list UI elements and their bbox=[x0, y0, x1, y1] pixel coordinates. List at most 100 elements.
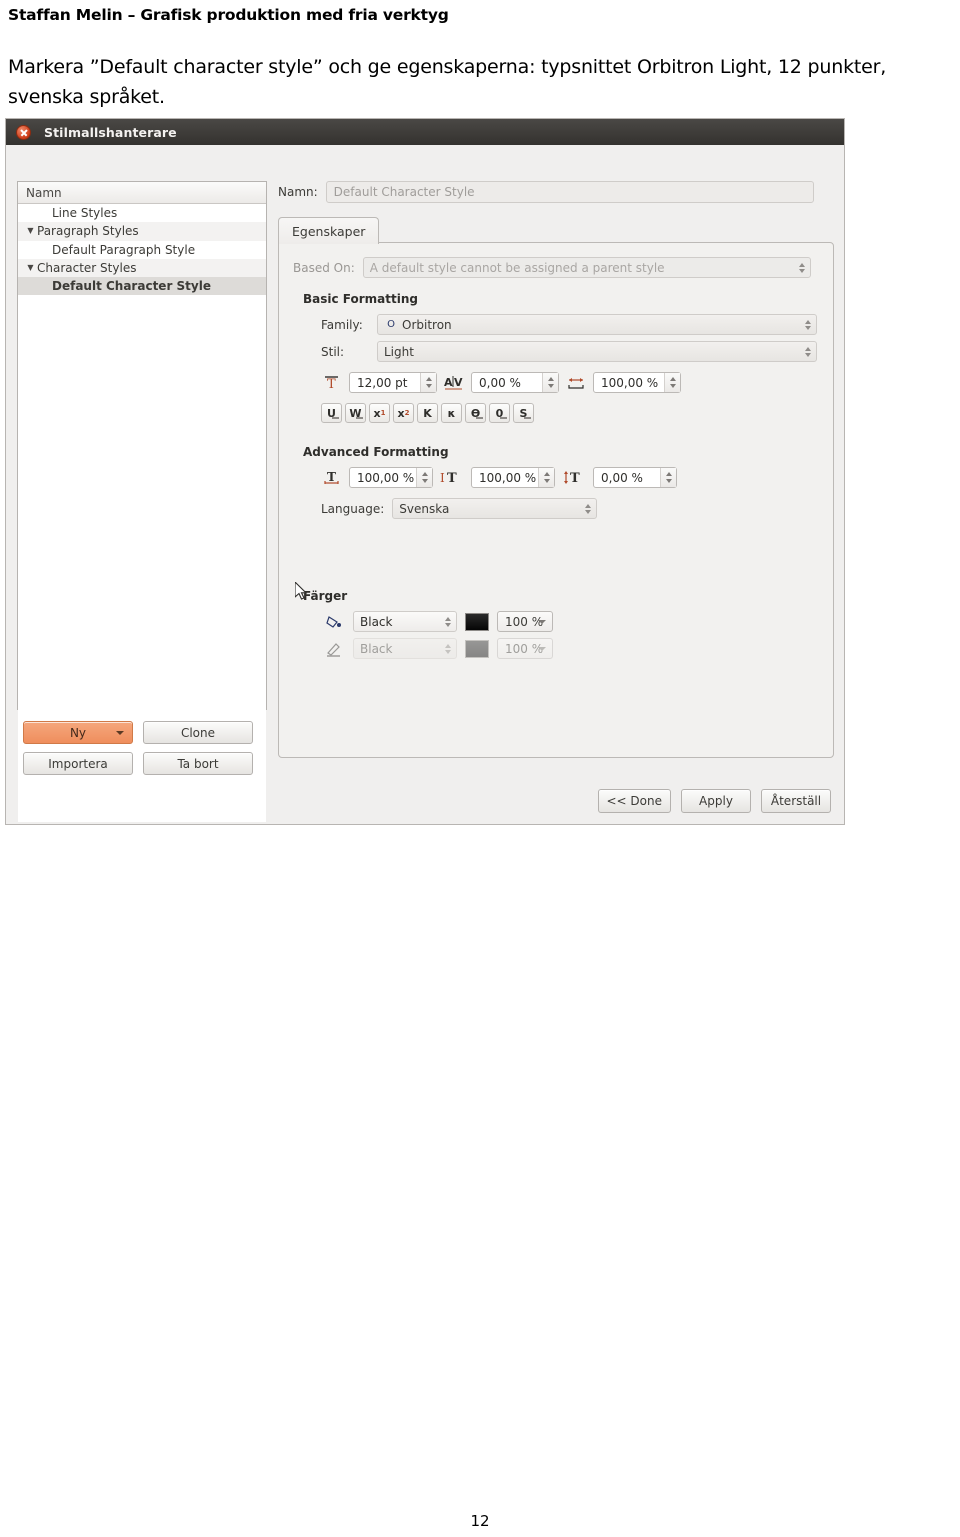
dialog-titlebar: Stilmallshanterare bbox=[6, 119, 844, 145]
dialog-action-buttons: << Done Apply Återställ bbox=[597, 789, 831, 813]
svg-text:I: I bbox=[440, 471, 445, 485]
family-dropdown[interactable]: O Orbitron bbox=[377, 314, 817, 335]
document-header: Staffan Melin – Grafisk produktion med f… bbox=[8, 6, 449, 24]
metrics-row: T 12,00 pt A V 0,00 % 100,00 % bbox=[321, 372, 819, 393]
based-on-value: A default style cannot be assigned a par… bbox=[369, 260, 665, 275]
horizontal-scale-value: 100,00 % bbox=[479, 470, 537, 485]
chevron-down-icon[interactable]: ▼ bbox=[24, 227, 37, 235]
spinner-arrows-icon[interactable] bbox=[445, 616, 451, 627]
glyph-width-icon bbox=[565, 373, 587, 393]
properties-panel: Based On: A default style cannot be assi… bbox=[278, 242, 834, 758]
stroke-shade-dropdown[interactable]: 100 % bbox=[497, 638, 553, 659]
strike-rule-icon bbox=[476, 417, 483, 419]
done-button[interactable]: << Done bbox=[597, 789, 671, 813]
new-style-label: Ny bbox=[69, 725, 87, 740]
tree-item-default-character-style[interactable]: Default Character Style bbox=[18, 277, 266, 296]
colors-heading: Färger bbox=[303, 589, 348, 603]
import-style-button[interactable]: Importera bbox=[23, 752, 133, 775]
advanced-formatting-heading: Advanced Formatting bbox=[303, 445, 449, 459]
font-size-spinner[interactable]: 12,00 pt bbox=[349, 372, 437, 393]
spinner-arrows-icon[interactable] bbox=[798, 262, 805, 273]
based-on-dropdown[interactable]: A default style cannot be assigned a par… bbox=[362, 257, 811, 278]
stroke-color-swatch[interactable] bbox=[465, 639, 489, 658]
tracking-spinner[interactable]: 0,00 % bbox=[471, 372, 559, 393]
delete-style-button[interactable]: Ta bort bbox=[143, 752, 253, 775]
svg-text:T: T bbox=[570, 471, 580, 486]
done-label: << Done bbox=[606, 794, 663, 808]
spinner-arrows-icon[interactable] bbox=[585, 503, 592, 514]
spinner-arrows-icon[interactable] bbox=[542, 373, 558, 392]
tree-item-paragraph-styles[interactable]: ▼ Paragraph Styles bbox=[18, 222, 266, 241]
chevron-down-icon[interactable] bbox=[538, 619, 546, 624]
tree-item-default-paragraph-style[interactable]: Default Paragraph Style bbox=[18, 241, 266, 259]
subscript-toggle[interactable]: x1 bbox=[369, 403, 390, 423]
fill-color-icon bbox=[323, 612, 345, 632]
tab-bar: Egenskaper bbox=[278, 217, 834, 244]
style-properties-pane: Namn: Default Character Style Egenskaper… bbox=[278, 181, 834, 758]
spinner-arrows-icon[interactable] bbox=[420, 373, 436, 392]
tree-item-label: Character Styles bbox=[37, 261, 137, 276]
underline-words-toggle[interactable]: W bbox=[345, 403, 366, 423]
tracking-icon: A V bbox=[443, 373, 465, 393]
name-input[interactable]: Default Character Style bbox=[325, 181, 814, 203]
svg-text:T: T bbox=[327, 377, 336, 391]
style-row: Stil: Light bbox=[321, 341, 819, 362]
spinner-arrows-icon[interactable] bbox=[538, 468, 554, 487]
chevron-down-icon[interactable] bbox=[116, 730, 124, 735]
horizontal-scale-spinner[interactable]: 100,00 % bbox=[471, 467, 555, 488]
family-row: Family: O Orbitron bbox=[321, 314, 819, 335]
chevron-down-icon[interactable]: ▼ bbox=[24, 264, 37, 272]
stroke-color-dropdown[interactable]: Black bbox=[353, 638, 457, 659]
smallcaps-toggle-glyph: κ bbox=[447, 406, 456, 420]
language-row: Language: Svenska bbox=[321, 498, 819, 519]
tree-item-label: Default Paragraph Style bbox=[52, 242, 196, 257]
vertical-scale-spinner[interactable]: 0,00 % bbox=[593, 467, 677, 488]
chevron-down-icon[interactable] bbox=[538, 646, 546, 651]
allcaps-toggle[interactable]: K bbox=[417, 403, 438, 423]
language-label: Language: bbox=[321, 501, 385, 516]
superscript-toggle[interactable]: x2 bbox=[393, 403, 414, 423]
tree-item-character-styles[interactable]: ▼ Character Styles bbox=[18, 258, 266, 278]
family-value: Orbitron bbox=[402, 317, 452, 332]
fill-color-dropdown[interactable]: Black bbox=[353, 611, 457, 632]
clone-style-button[interactable]: Clone bbox=[143, 721, 253, 744]
strikethrough-toggle[interactable]: Ө bbox=[465, 403, 486, 423]
tab-egenskaper[interactable]: Egenskaper bbox=[278, 217, 380, 244]
apply-button[interactable]: Apply bbox=[681, 789, 751, 813]
spinner-arrows-icon[interactable] bbox=[805, 319, 811, 330]
name-input-value: Default Character Style bbox=[333, 185, 475, 199]
page-number: 12 bbox=[470, 1512, 490, 1530]
subscript-toggle-glyph: x bbox=[373, 406, 381, 420]
spinner-arrows-icon[interactable] bbox=[660, 468, 676, 487]
style-dropdown[interactable]: Light bbox=[377, 341, 817, 362]
outline-toggle[interactable]: 0 bbox=[489, 403, 510, 423]
dialog-title: Stilmallshanterare bbox=[44, 124, 177, 140]
vertical-scale-icon: T bbox=[561, 468, 587, 488]
close-icon[interactable] bbox=[16, 124, 31, 140]
fill-color-row: Black 100 % bbox=[323, 611, 819, 632]
underline-rule-icon bbox=[332, 417, 339, 419]
language-dropdown[interactable]: Svenska bbox=[392, 498, 598, 519]
spinner-arrows-icon[interactable] bbox=[416, 468, 432, 487]
fill-shade-dropdown[interactable]: 100 % bbox=[497, 611, 553, 632]
spinner-arrows-icon[interactable] bbox=[445, 643, 451, 654]
spinner-arrows-icon[interactable] bbox=[805, 346, 811, 357]
styles-tree[interactable]: Namn Line Styles ▼ Paragraph Styles Defa… bbox=[17, 181, 267, 823]
new-style-button[interactable]: Ny bbox=[23, 721, 133, 744]
spinner-arrows-icon[interactable] bbox=[664, 373, 680, 392]
allcaps-toggle-glyph: K bbox=[423, 406, 432, 420]
vertical-scale-value: 0,00 % bbox=[601, 470, 643, 485]
fill-color-swatch[interactable] bbox=[465, 612, 489, 631]
shadow-toggle[interactable]: S bbox=[513, 403, 534, 423]
character-effects-toolbar: U W x1 x2 K κ Ө 0 S bbox=[321, 403, 819, 423]
styles-tree-panel: Namn Line Styles ▼ Paragraph Styles Defa… bbox=[17, 181, 267, 829]
width-spinner[interactable]: 100,00 % bbox=[593, 372, 681, 393]
font-preview-icon: O bbox=[387, 319, 395, 330]
reset-button[interactable]: Återställ bbox=[761, 789, 831, 813]
baseline-spinner[interactable]: 100,00 % bbox=[349, 467, 433, 488]
smallcaps-toggle[interactable]: κ bbox=[441, 403, 462, 423]
stroke-color-row: Black 100 % bbox=[323, 638, 819, 659]
underline-toggle[interactable]: U bbox=[321, 403, 342, 423]
tree-item-line-styles[interactable]: Line Styles bbox=[18, 204, 266, 222]
stroke-color-icon bbox=[323, 639, 345, 659]
